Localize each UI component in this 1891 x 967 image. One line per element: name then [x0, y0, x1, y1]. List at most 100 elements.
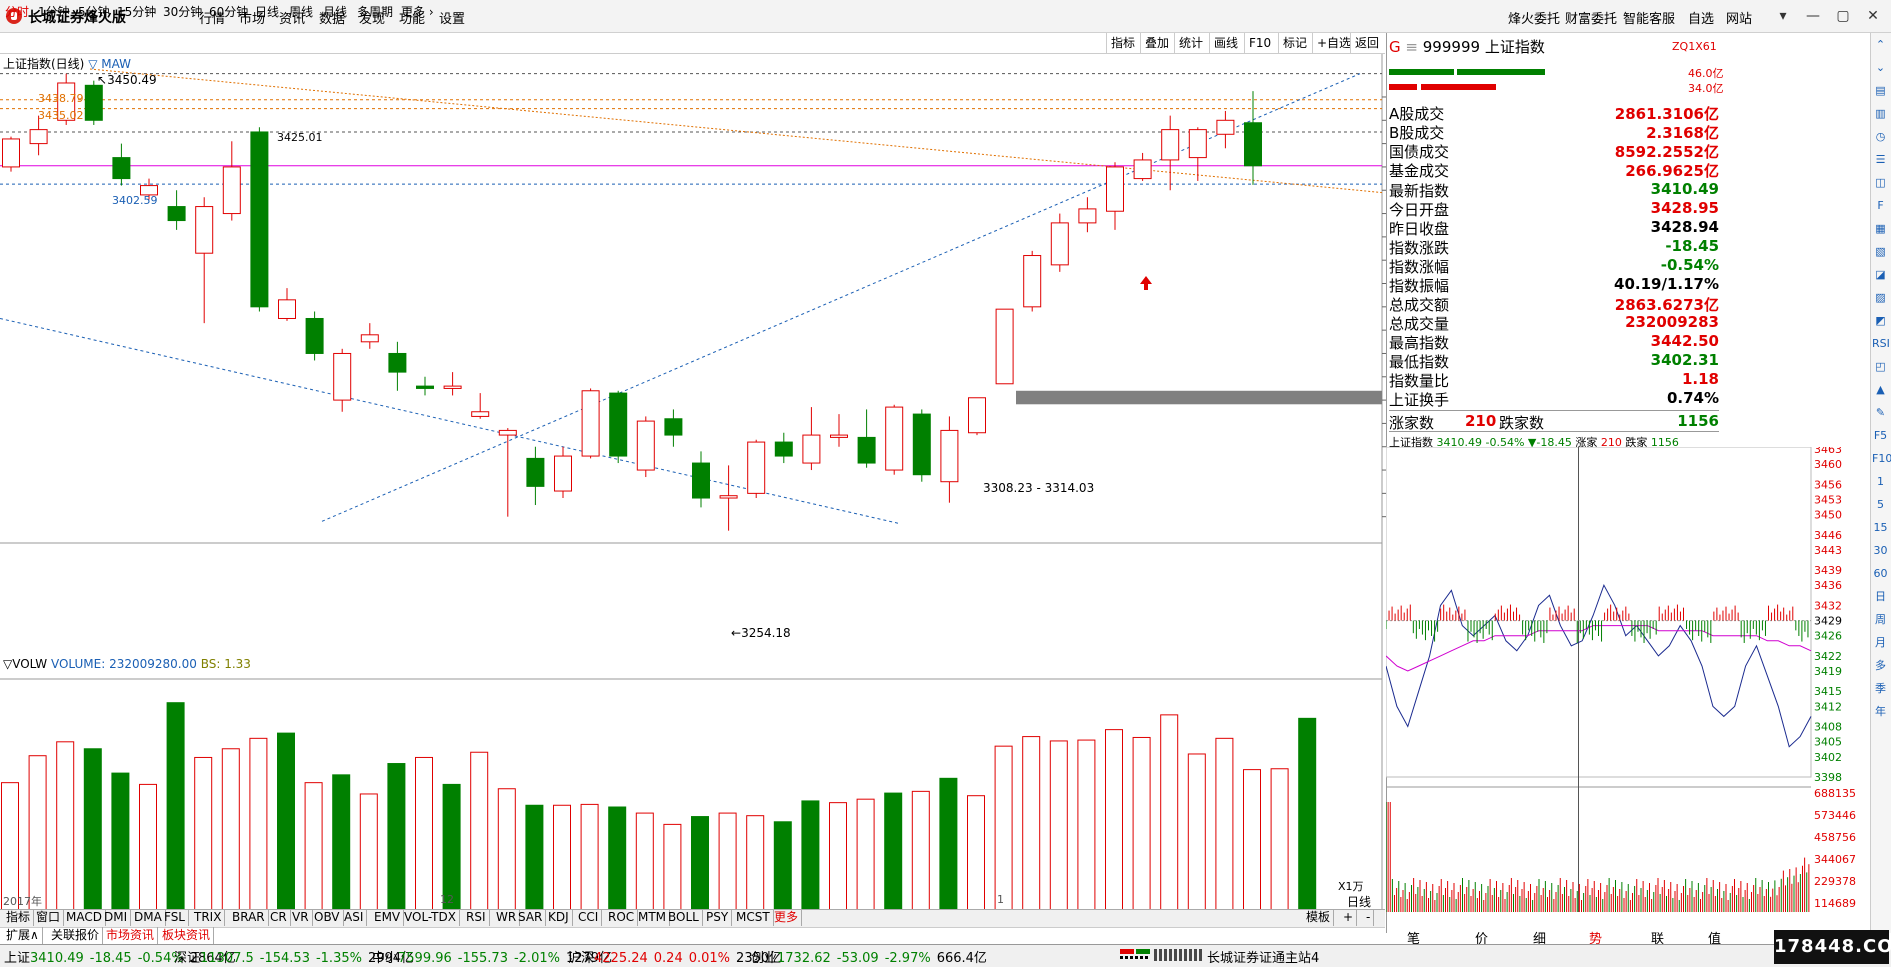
side-icon[interactable]: ◷: [1872, 128, 1889, 145]
minimize-button[interactable]: —: [1800, 5, 1826, 27]
indicator-tab[interactable]: VOL-TDX: [401, 909, 460, 926]
kline-chart[interactable]: 3440343034203410340033903380337033603350…: [0, 54, 1386, 934]
menu-watchlist[interactable]: 自选: [1688, 8, 1714, 27]
indicator-tab[interactable]: 窗口: [33, 909, 65, 926]
indicator-tab[interactable]: MACD: [63, 909, 106, 926]
indicator-tab[interactable]: 更多: [771, 909, 803, 926]
side-icon[interactable]: ◪: [1872, 266, 1889, 283]
side-icon[interactable]: 30: [1872, 542, 1889, 559]
quote-row: 总成交量 232009283: [1389, 313, 1719, 333]
side-icon[interactable]: ▨: [1872, 289, 1889, 306]
status-index[interactable]: 创业1732.62 -53.09 -2.97% 666.4亿: [751, 947, 993, 966]
menu-wealth-trade[interactable]: 财富委托: [1565, 8, 1617, 27]
template-add[interactable]: +: [1340, 909, 1358, 926]
side-icon[interactable]: 1: [1872, 473, 1889, 490]
menu-settings[interactable]: 设置: [439, 8, 465, 27]
side-icon[interactable]: F5: [1872, 427, 1889, 444]
indicator-tab[interactable]: BOLL: [665, 909, 703, 926]
menu-fenghuo-trade[interactable]: 烽火委托: [1508, 8, 1560, 27]
indicator-tab[interactable]: RSI: [463, 909, 490, 926]
indicator-tab[interactable]: BRAR: [229, 909, 269, 926]
indicator-tab[interactable]: OBV: [311, 909, 344, 926]
period-more[interactable]: 更多 ›: [401, 3, 434, 20]
tool-statistics[interactable]: 统计: [1174, 33, 1207, 53]
side-icon[interactable]: 季: [1872, 680, 1889, 697]
period-5min[interactable]: 5分钟: [78, 3, 110, 20]
volume-bar: [304, 782, 323, 921]
side-icon[interactable]: 多: [1872, 657, 1889, 674]
side-icon[interactable]: ◩: [1872, 312, 1889, 329]
period-intraday[interactable]: 分时: [5, 3, 29, 20]
intraday-chart[interactable]: 3463 3460 3456 3453 3450 3446 3443 3439 3436 3432…: [1386, 447, 1870, 917]
side-icon[interactable]: 15: [1872, 519, 1889, 536]
indicator-tab[interactable]: VR: [289, 909, 313, 926]
period-weekly[interactable]: 周线: [289, 3, 313, 20]
period-monthly[interactable]: 月线: [323, 3, 347, 20]
menu-website[interactable]: 网站: [1726, 8, 1752, 27]
indicator-tab[interactable]: ROC: [605, 909, 639, 926]
side-icon[interactable]: ▲: [1872, 381, 1889, 398]
volume-bar: [83, 748, 102, 921]
side-icon[interactable]: 年: [1872, 703, 1889, 720]
menu-ai-service[interactable]: 智能客服: [1623, 8, 1675, 27]
maximize-button[interactable]: ▢: [1830, 5, 1856, 27]
side-icon[interactable]: ◰: [1872, 358, 1889, 375]
daily-line-tab[interactable]: 日线: [1347, 893, 1371, 910]
period-1min[interactable]: 1分钟: [38, 3, 70, 20]
mini-tick-label: 3450: [1814, 509, 1842, 522]
close-button[interactable]: ✕: [1860, 5, 1886, 27]
side-icon[interactable]: ☰: [1872, 151, 1889, 168]
period-30min[interactable]: 30分钟: [163, 3, 202, 20]
period-60min[interactable]: 60分钟: [209, 3, 248, 20]
period-daily[interactable]: 日线: [255, 3, 279, 20]
side-icon[interactable]: 60: [1872, 565, 1889, 582]
indicator-tab[interactable]: PSY: [703, 909, 733, 926]
side-icon[interactable]: 5: [1872, 496, 1889, 513]
quote-row: A股成交 2861.3106亿: [1389, 103, 1719, 123]
template-tab[interactable]: 模板: [1303, 909, 1335, 926]
xlabel-0: 2017年: [3, 895, 42, 908]
side-icon[interactable]: F10: [1872, 450, 1891, 467]
tool-indicator[interactable]: 指标: [1106, 33, 1139, 53]
candle-body: [830, 434, 848, 438]
indicator-tab[interactable]: FSL: [161, 909, 189, 926]
indicator-tab[interactable]: CCI: [575, 909, 603, 926]
indicator-tab[interactable]: ASI: [341, 909, 368, 926]
side-icon[interactable]: ▤: [1872, 82, 1889, 99]
quote-value: -0.54%: [1660, 256, 1719, 274]
side-icon[interactable]: ⌄: [1872, 59, 1889, 76]
indicator-tab[interactable]: TRIX: [191, 909, 226, 926]
tool-mark[interactable]: 标记: [1278, 33, 1311, 53]
tab-sector-news[interactable]: 板块资讯: [159, 927, 215, 944]
tool-overlay[interactable]: 叠加: [1140, 33, 1173, 53]
indicator-tab[interactable]: MCST: [733, 909, 774, 926]
side-icon[interactable]: 周: [1872, 611, 1889, 628]
tab-related-quotes[interactable]: 关联报价: [48, 927, 104, 944]
side-icon[interactable]: ▧: [1872, 243, 1889, 260]
period-multi[interactable]: 多周期: [357, 3, 393, 20]
side-icon[interactable]: ▦: [1872, 220, 1889, 237]
tool-add-watchlist[interactable]: +自选: [1312, 33, 1355, 53]
tool-draw[interactable]: 画线: [1209, 33, 1242, 53]
side-icon[interactable]: 月: [1872, 634, 1889, 651]
indicator-tab[interactable]: CR: [267, 909, 291, 926]
template-remove[interactable]: -: [1363, 909, 1375, 926]
indicator-tab[interactable]: SAR: [515, 909, 547, 926]
indicator-tab[interactable]: EMV: [371, 909, 405, 926]
skin-button[interactable]: ▾: [1770, 5, 1796, 27]
tool-back[interactable]: 返回: [1350, 33, 1383, 53]
side-icon[interactable]: F: [1872, 197, 1889, 214]
period-15min[interactable]: 15分钟: [117, 3, 156, 20]
tool-f10[interactable]: F10: [1244, 33, 1275, 53]
indicator-tab[interactable]: KDJ: [545, 909, 573, 926]
side-icon[interactable]: ◫: [1872, 174, 1889, 191]
side-icon[interactable]: RSI: [1872, 335, 1890, 352]
side-icon[interactable]: 日: [1872, 588, 1889, 605]
side-icon[interactable]: ▥: [1872, 105, 1889, 122]
side-icon[interactable]: ✎: [1872, 404, 1889, 421]
indicator-tab[interactable]: 指标: [3, 909, 35, 926]
tab-market-news[interactable]: 市场资讯: [103, 927, 159, 944]
tab-expand[interactable]: 扩展∧: [3, 927, 43, 944]
indicator-tab[interactable]: DMI: [101, 909, 132, 926]
side-icon[interactable]: ⌃: [1872, 36, 1889, 53]
